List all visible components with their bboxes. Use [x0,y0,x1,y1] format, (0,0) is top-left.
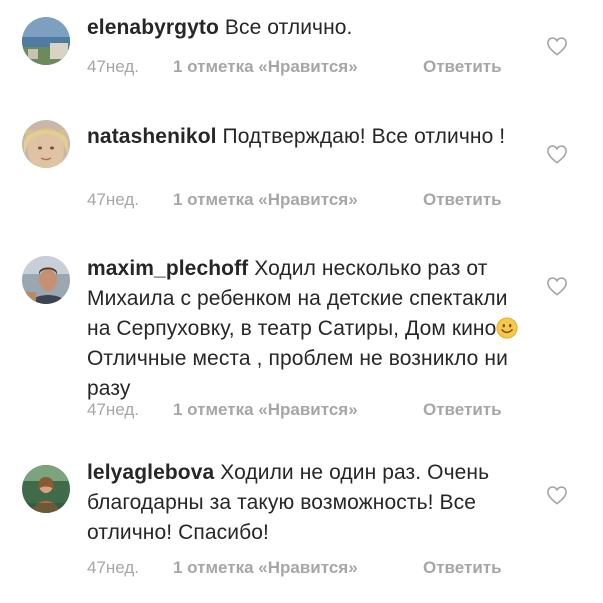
reply-button[interactable]: Ответить [423,400,502,420]
username[interactable]: maxim_plechoff [87,257,248,280]
comment-text: elenabyrgyto Все отлично. [87,13,527,43]
comment-item: lelyaglebova Ходили не один раз. Очень б… [0,430,603,603]
reply-button[interactable]: Ответить [423,558,502,578]
avatar[interactable] [22,465,70,513]
username[interactable]: lelyaglebova [87,461,214,484]
comment-message: Подтверждаю! Все отлично ! [222,125,506,148]
comment-text: lelyaglebova Ходили не один раз. Очень б… [87,458,527,548]
likes-count-link[interactable]: 1 отметка «Нравится» [173,400,423,420]
smiling-face-emoji [496,317,518,339]
comment-time: 47нед. [87,400,140,419]
heart-outline-icon[interactable] [546,485,568,505]
likes-count-link[interactable]: 1 отметка «Нравится» [173,558,423,578]
reply-button[interactable]: Ответить [423,190,502,210]
comment-item: maxim_plechoff Ходил несколько раз от Ми… [0,230,603,430]
comment-time: 47нед. [87,57,140,76]
comment-text: maxim_plechoff Ходил несколько раз от Ми… [87,254,527,404]
heart-outline-icon[interactable] [546,144,568,164]
reply-button[interactable]: Ответить [423,57,502,77]
likes-count-link[interactable]: 1 отметка «Нравится» [173,57,423,77]
comment-meta: 47нед. 1 отметка «Нравится» Ответить [87,400,502,420]
comment-meta: 47нед. 1 отметка «Нравится» Ответить [87,57,502,77]
comment-text: natashenikol Подтверждаю! Все отлично ! [87,122,527,152]
comment-item: natashenikol Подтверждаю! Все отлично ! … [0,100,603,230]
comment-message: Все отлично. [224,16,353,39]
username[interactable]: elenabyrgyto [87,16,219,39]
comment-message-continued: Отличные места , проблем не возникло ни … [87,347,508,400]
comment-item: elenabyrgyto Все отлично. 47нед. 1 отметк… [0,0,603,100]
comment-time: 47нед. [87,558,140,577]
comment-meta: 47нед. 1 отметка «Нравится» Ответить [87,558,502,578]
avatar[interactable] [22,17,70,65]
avatar[interactable] [22,256,70,304]
comment-time: 47нед. [87,190,140,209]
heart-outline-icon[interactable] [546,36,568,56]
comment-meta: 47нед. 1 отметка «Нравится» Ответить [87,190,502,210]
heart-outline-icon[interactable] [546,276,568,296]
likes-count-link[interactable]: 1 отметка «Нравится» [173,190,423,210]
avatar[interactable] [22,120,70,168]
username[interactable]: natashenikol [87,125,217,148]
